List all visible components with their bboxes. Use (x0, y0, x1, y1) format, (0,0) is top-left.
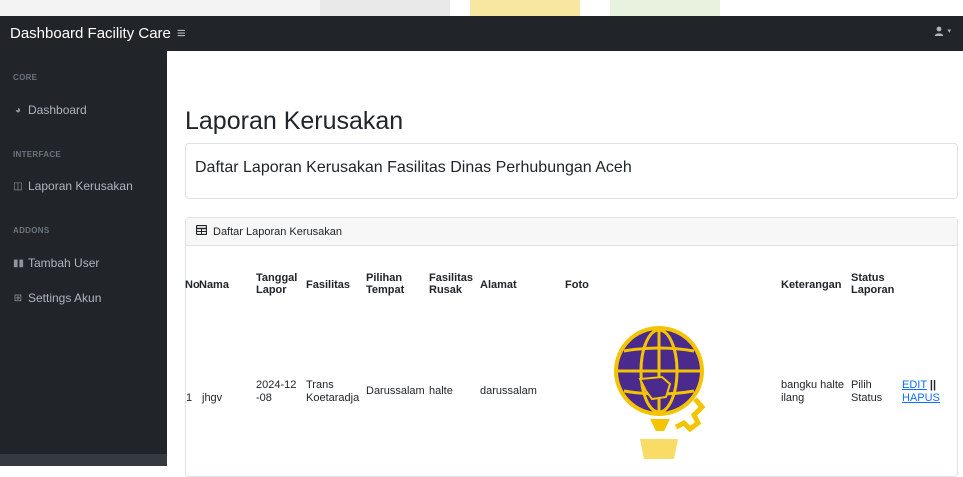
user-icon (935, 26, 944, 36)
table-icon: ⊞ (13, 292, 23, 304)
sidebar-item-label: Laporan Kerusakan (28, 179, 133, 193)
cell-no: 1 (186, 392, 193, 404)
col-header-foto: Foto (565, 279, 589, 291)
hapus-link[interactable]: HAPUS (902, 392, 940, 404)
col-header-keterangan: Keterangan (781, 279, 842, 291)
chevron-down-icon: ▾ (947, 28, 951, 35)
cell-nama: jhgv (202, 392, 223, 404)
top-strip (0, 0, 963, 16)
cell-tempat: Darussalam (366, 385, 425, 397)
page-title: Laporan Kerusakan (185, 107, 404, 135)
status-select[interactable]: Pilih Status (851, 379, 882, 404)
table-icon (195, 224, 208, 238)
sidebar: CORE ◕ Dashboard INTERFACE ◫ Laporan Ker… (0, 51, 167, 466)
dishub-logo-photo (614, 326, 706, 459)
cell-tanggal: 2024-12-08 (256, 379, 297, 404)
cell-rusak: halte (429, 385, 453, 397)
cell-status[interactable]: Pilih Status (851, 379, 891, 405)
col-header-tanggal: Tanggal Lapor (256, 272, 298, 296)
table-card: Daftar Laporan Kerusakan (185, 217, 958, 477)
cell-fasilitas: Trans Koetaradja (306, 379, 360, 404)
sidebar-item-dashboard[interactable]: ◕ Dashboard (13, 103, 87, 117)
col-header-no: No (185, 279, 200, 291)
col-header-pilihan-tempat: Pilihan Tempat (366, 272, 405, 296)
subtitle-card: Daftar Laporan Kerusakan Fasilitas Dinas… (185, 143, 958, 199)
sidebar-heading-interface: INTERFACE (13, 150, 62, 159)
sidebar-item-label: Dashboard (28, 103, 87, 117)
edit-link[interactable]: EDIT (902, 379, 927, 391)
book-icon: ▮▮ (13, 257, 25, 269)
card-subtitle: Daftar Laporan Kerusakan Fasilitas Dinas… (195, 159, 632, 176)
sidebar-item-tambah-user[interactable]: ▮▮ Tambah User (13, 256, 99, 270)
columns-icon: ◫ (13, 180, 23, 192)
brand-title[interactable]: Dashboard Facility Care (0, 25, 171, 42)
cell-alamat: darussalam (480, 385, 537, 397)
sidebar-item-label: Tambah User (28, 256, 100, 270)
sidebar-footer (0, 454, 167, 466)
cell-actions: EDIT || HAPUS (902, 379, 950, 405)
top-navbar: Dashboard Facility Care ≡ ▾ (0, 16, 963, 51)
col-header-fasilitas: Fasilitas (306, 279, 351, 291)
sidebar-heading-core: CORE (13, 73, 38, 82)
speedometer-icon: ◕ (14, 104, 22, 116)
table-card-title: Daftar Laporan Kerusakan (213, 225, 343, 238)
action-separator: || (929, 379, 937, 391)
col-header-fasilitas-rusak: Fasilitas Rusak (429, 272, 474, 296)
menu-icon[interactable]: ≡ (177, 25, 186, 42)
col-header-status: Status Laporan (851, 272, 895, 296)
col-header-nama: Nama (199, 279, 229, 291)
col-header-alamat: Alamat (480, 279, 517, 291)
main-content: Laporan Kerusakan Daftar Laporan Kerusak… (167, 51, 963, 477)
sidebar-item-label: Settings Akun (28, 291, 102, 305)
table-card-header: Daftar Laporan Kerusakan (186, 218, 957, 246)
cell-keterangan: bangku halte ilang (781, 379, 844, 404)
sidebar-heading-addons: ADDONS (13, 226, 50, 235)
sidebar-item-laporan[interactable]: ◫ Laporan Kerusakan (13, 179, 133, 193)
user-menu[interactable]: ▾ (934, 26, 951, 36)
sidebar-item-settings[interactable]: ⊞ Settings Akun (13, 291, 102, 305)
